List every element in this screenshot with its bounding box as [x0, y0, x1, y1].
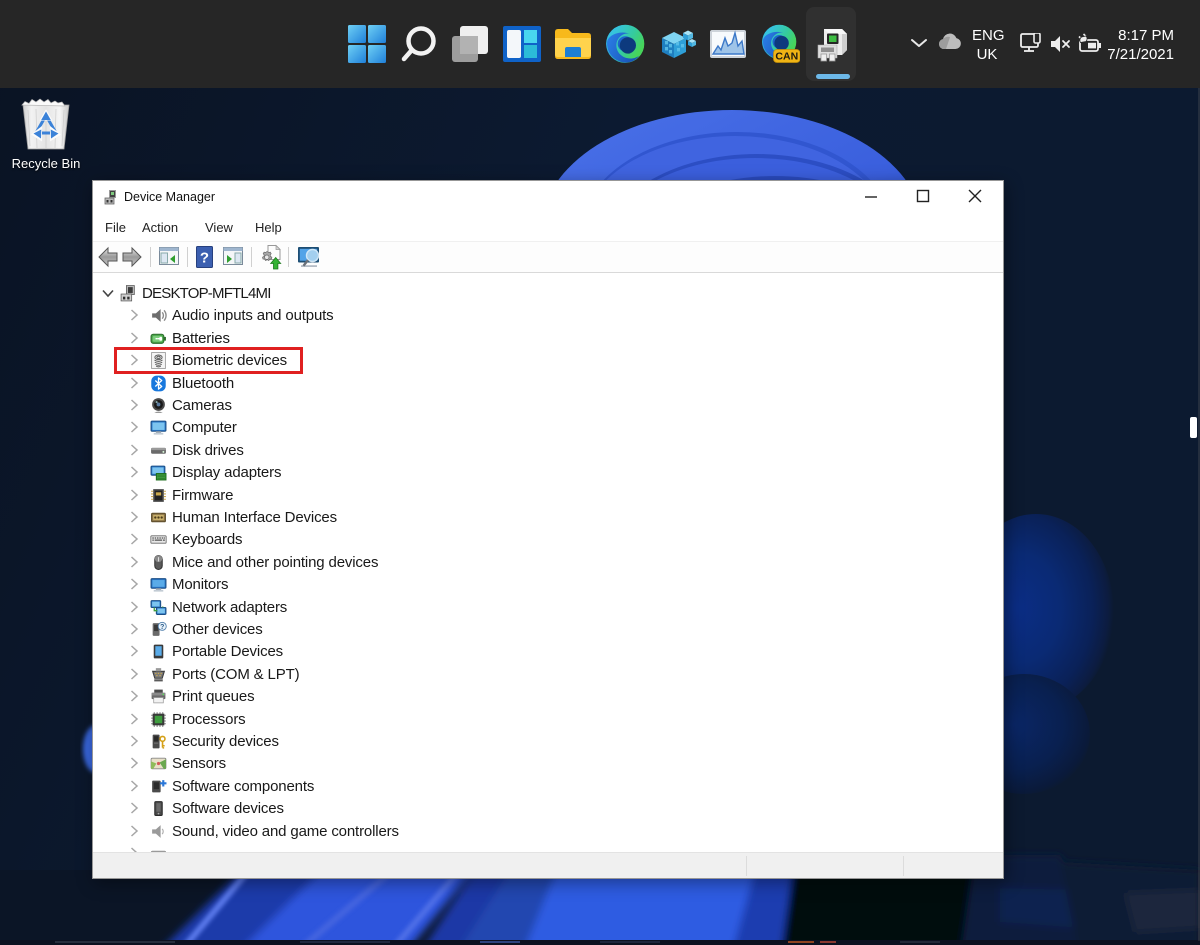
svg-text:CAN: CAN [775, 51, 798, 63]
svg-text:?: ? [200, 250, 209, 267]
svg-text:?: ? [160, 624, 164, 631]
